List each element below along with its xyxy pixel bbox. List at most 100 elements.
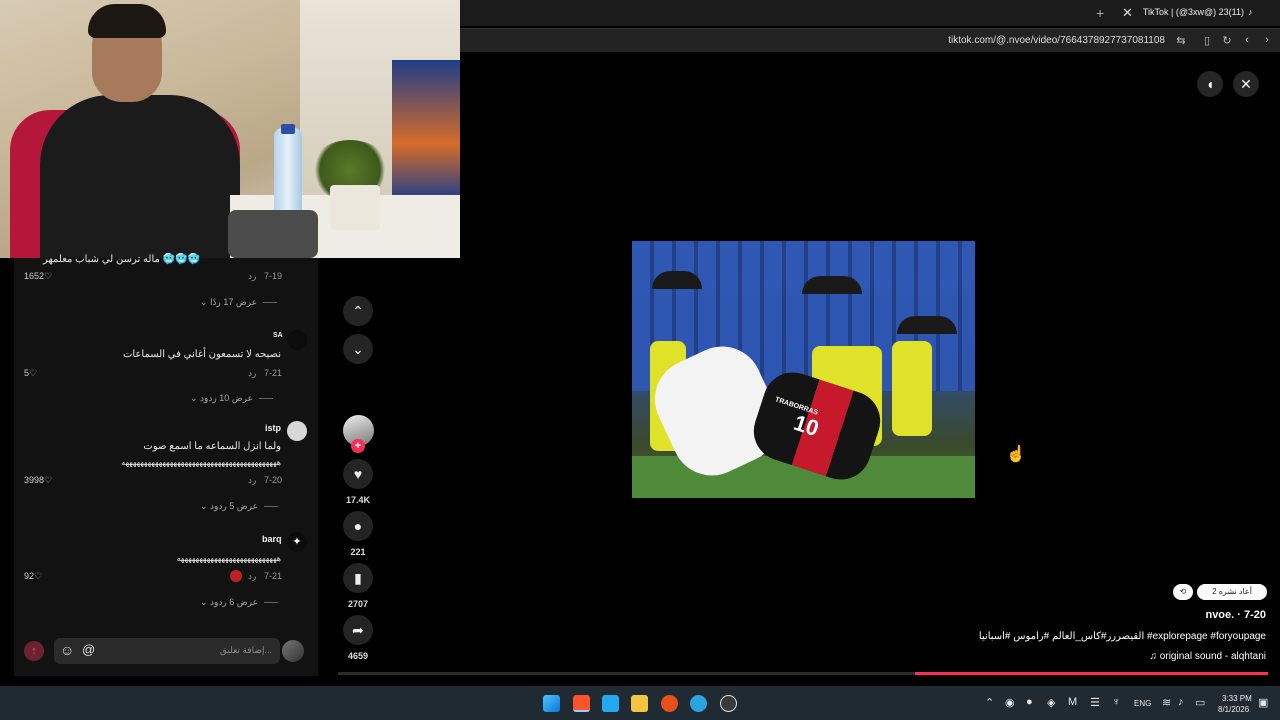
clock-date[interactable]: 8/1/2026 bbox=[1218, 705, 1249, 714]
chevron-up-icon: ⌃ bbox=[352, 303, 364, 319]
bottle-cap bbox=[281, 124, 295, 134]
brave-browser-icon[interactable] bbox=[573, 695, 590, 712]
webcam-overlay bbox=[0, 0, 460, 258]
chevron-down-icon: ⌄ bbox=[352, 341, 364, 357]
reply-link[interactable]: رد bbox=[248, 571, 256, 582]
like-count: 1652 bbox=[24, 271, 45, 281]
forward-icon[interactable]: › bbox=[1260, 34, 1274, 46]
windows-start-icon[interactable] bbox=[543, 695, 560, 712]
like-button[interactable]: ♥ bbox=[343, 459, 373, 489]
comment-likes[interactable]: 92♡ bbox=[24, 571, 42, 582]
new-tab-icon[interactable]: + bbox=[1096, 5, 1104, 21]
plant-pot bbox=[330, 185, 380, 230]
comment-likes[interactable]: 1652♡ bbox=[24, 271, 52, 282]
tab-title[interactable]: TikTok | (@3xw@) 23(11) bbox=[1143, 7, 1244, 17]
app-orange-icon[interactable] bbox=[661, 695, 678, 712]
clock-time[interactable]: 3:33 PM bbox=[1222, 694, 1252, 703]
back-icon[interactable]: ‹ bbox=[1240, 34, 1254, 46]
avatar[interactable] bbox=[287, 330, 307, 350]
water-bottle bbox=[274, 128, 302, 218]
url-text[interactable]: tiktok.com/@.nvoe/video/7664378927737081… bbox=[948, 35, 1165, 46]
tray-shield-icon[interactable]: ◈ bbox=[1047, 696, 1055, 709]
file-explorer-icon[interactable] bbox=[631, 695, 648, 712]
tray-settings-icon[interactable]: ☰ bbox=[1090, 696, 1100, 709]
follow-button[interactable]: + bbox=[351, 439, 365, 453]
tray-chevron-icon[interactable]: ⌃ bbox=[985, 696, 994, 709]
user-avatar[interactable] bbox=[282, 640, 304, 662]
comment-text: هههههههههههههههههههههههههههه bbox=[176, 554, 281, 563]
video-player[interactable]: 10 TRABORRAS bbox=[632, 241, 975, 498]
umbrella bbox=[802, 276, 862, 294]
tray-mail-icon[interactable]: M bbox=[1068, 696, 1077, 708]
reply-link[interactable]: رد bbox=[248, 271, 256, 282]
tray-app-icon[interactable]: ◉ bbox=[1005, 696, 1015, 709]
video-description[interactable]: القيصررر#كاس_العالم #راموس #اسبانيا #exp… bbox=[979, 631, 1266, 642]
repost-icon-pill[interactable]: ⟲ bbox=[1173, 584, 1193, 600]
comment-input-bar: ↑ ☺ @ إضافة تعليق... bbox=[14, 636, 318, 676]
comment-input[interactable]: ☺ @ إضافة تعليق... bbox=[54, 638, 280, 664]
comment-username[interactable]: istp bbox=[265, 423, 281, 433]
comment-text: ماله ترسن لي شباب معلمهر 🥶🥶🥶 bbox=[43, 254, 200, 265]
reload-icon[interactable]: ↻ bbox=[1220, 34, 1234, 47]
mute-button[interactable]: ◖ bbox=[1197, 71, 1223, 97]
like-count: 92 bbox=[24, 571, 35, 581]
telegram-icon[interactable] bbox=[690, 695, 707, 712]
share-icon: ➦ bbox=[352, 622, 364, 638]
person-hair bbox=[88, 4, 166, 38]
volume-icon[interactable]: ♪ bbox=[1178, 696, 1184, 708]
emoji-icon[interactable]: ☺ bbox=[60, 642, 74, 658]
send-comment-button[interactable]: ↑ bbox=[24, 641, 44, 661]
sound-link[interactable]: ♫ original sound - alqhtani bbox=[1150, 651, 1266, 662]
view-replies-button[interactable]: ⌄ عرض 17 ردًا bbox=[200, 297, 278, 308]
view-replies-button[interactable]: ⌄ عرض 10 ردود bbox=[190, 393, 273, 404]
share-button[interactable]: ➦ bbox=[343, 615, 373, 645]
comment-likes[interactable]: 5♡ bbox=[24, 368, 37, 379]
progress-fill[interactable] bbox=[914, 672, 1268, 675]
save-button[interactable]: ▮ bbox=[343, 563, 373, 593]
save-count: 2707 bbox=[347, 599, 369, 609]
reply-link[interactable]: رد bbox=[248, 475, 256, 486]
comments-panel[interactable]: ماله ترسن لي شباب معلمهر 🥶🥶🥶 7-19 رد 165… bbox=[14, 254, 318, 676]
author-and-date[interactable]: nvoe. · 7-20 bbox=[1205, 609, 1266, 621]
comment-username[interactable]: SA bbox=[273, 332, 283, 339]
mention-icon[interactable]: @ bbox=[82, 642, 95, 657]
view-replies-label: عرض 17 ردًا bbox=[210, 297, 258, 307]
hand-cursor-icon: ☝ bbox=[1006, 446, 1026, 463]
person-body bbox=[40, 95, 240, 258]
microphone-icon[interactable]: ♆ bbox=[1112, 696, 1120, 708]
bookmark-icon[interactable]: ▯ bbox=[1200, 34, 1214, 47]
heart-icon: ♡ bbox=[34, 571, 43, 581]
phone bbox=[228, 210, 318, 258]
next-video-button[interactable]: ⌄ bbox=[343, 334, 373, 364]
vscode-icon[interactable] bbox=[602, 695, 619, 712]
comment-text: ولما انزل السماعه ما اسمع صوت bbox=[143, 441, 281, 452]
close-tab-icon[interactable]: ✕ bbox=[1122, 5, 1133, 21]
reposted-by-pill[interactable]: 2 أعاد نشره bbox=[1197, 584, 1267, 600]
app-badge-icon[interactable] bbox=[720, 695, 737, 712]
language-indicator[interactable]: ENG bbox=[1134, 699, 1151, 708]
share-page-icon[interactable]: ⇆ bbox=[1174, 34, 1188, 47]
avatar[interactable] bbox=[287, 421, 307, 441]
comment-button[interactable]: ● bbox=[343, 511, 373, 541]
comment-placeholder: إضافة تعليق... bbox=[219, 645, 272, 655]
view-replies-button[interactable]: ⌄ عرض 5 ردود bbox=[200, 501, 278, 512]
address-bar[interactable]: tiktok.com/@.nvoe/video/7664378927737081… bbox=[460, 28, 1280, 52]
comment-count: 221 bbox=[350, 547, 366, 557]
view-replies-label: عرض 10 ردود bbox=[200, 393, 253, 403]
speaker-icon: ◖ bbox=[1205, 76, 1215, 92]
tiktok-favicon-icon: ♪ bbox=[1248, 7, 1253, 17]
view-replies-button[interactable]: ⌄ عرض 6 ردود bbox=[200, 597, 278, 608]
close-icon: ✕ bbox=[1240, 76, 1252, 92]
comment-likes[interactable]: 3998♡ bbox=[24, 475, 52, 486]
battery-icon[interactable]: ▭ bbox=[1195, 696, 1205, 709]
comment-username[interactable]: barq bbox=[262, 534, 282, 544]
previous-video-button[interactable]: ⌃ bbox=[343, 296, 373, 326]
reply-link[interactable]: رد bbox=[248, 368, 256, 379]
notification-icon[interactable]: ▣ bbox=[1258, 696, 1268, 709]
wifi-icon[interactable]: ≋ bbox=[1162, 696, 1171, 709]
avatar[interactable]: ✦ bbox=[287, 532, 307, 552]
tray-app-icon[interactable]: ● bbox=[1026, 696, 1033, 708]
comment-date: 7-20 bbox=[264, 475, 283, 485]
close-video-button[interactable]: ✕ bbox=[1233, 71, 1259, 97]
steward bbox=[892, 341, 932, 436]
